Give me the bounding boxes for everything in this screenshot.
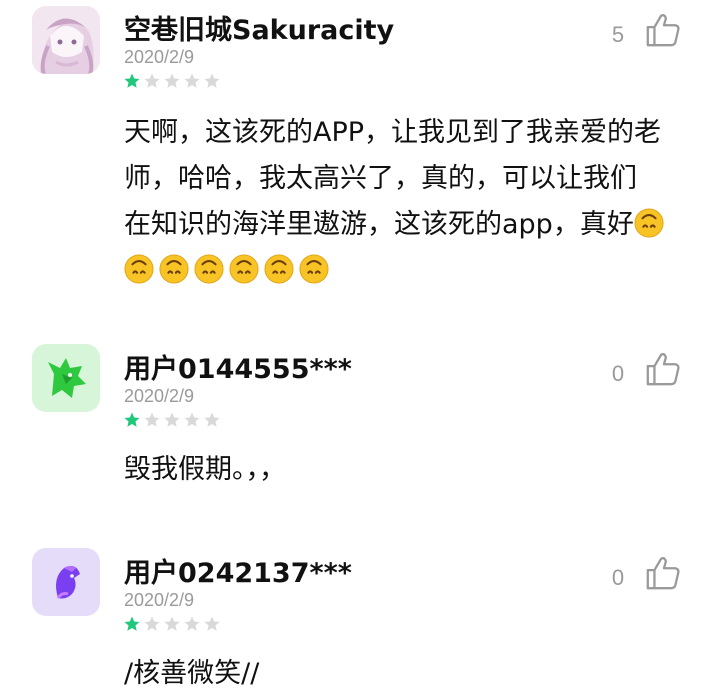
star-empty-icon	[184, 73, 200, 88]
rating-stars	[123, 615, 221, 633]
emoji-group	[124, 255, 334, 286]
review-date: 2020/2/9	[124, 590, 195, 610]
upside-down-face-emoji	[229, 254, 259, 284]
star-empty-icon	[164, 73, 180, 88]
upside-down-face-emoji	[264, 254, 294, 284]
review-text-line: 师，哈哈，我太高兴了，真的，可以让我们	[124, 163, 637, 194]
review-text: 毁我假期。，，	[124, 454, 286, 485]
review-date: 2020/2/9	[124, 386, 195, 406]
rating-stars	[123, 72, 221, 90]
emoji-group	[634, 209, 669, 240]
star-filled-icon	[124, 616, 140, 631]
thumbs-up-icon[interactable]	[644, 350, 682, 388]
star-empty-icon	[184, 412, 200, 427]
review-text-line	[124, 248, 694, 294]
star-filled-icon	[124, 412, 140, 427]
thumbs-up-icon[interactable]	[644, 11, 682, 49]
upside-down-face-emoji	[159, 254, 189, 284]
username: 用户0144555***	[124, 354, 352, 385]
username: 空巷旧城Sakuracity	[124, 15, 395, 46]
review-text: 天啊，这该死的APP，让我见到了我亲爱的老 师，哈哈，我太高兴了，真的，可以让我…	[124, 110, 694, 294]
user-avatar[interactable]	[32, 344, 100, 412]
review-text-line-content: 在知识的海洋里遨游，这该死的app，真好	[124, 209, 634, 240]
star-empty-icon	[144, 412, 160, 427]
star-empty-icon	[204, 73, 220, 88]
thumbs-up-icon[interactable]	[644, 554, 682, 592]
star-empty-icon	[164, 616, 180, 631]
upside-down-face-emoji	[194, 254, 224, 284]
like-count: 0	[611, 361, 625, 386]
star-empty-icon	[164, 412, 180, 427]
review-text: /核善微笑//	[124, 658, 260, 689]
review-text-line: 在知识的海洋里遨游，这该死的app，真好	[124, 202, 694, 248]
star-empty-icon	[144, 73, 160, 88]
like-count: 5	[611, 22, 625, 47]
star-filled-icon	[124, 73, 140, 88]
review-text-line: 天啊，这该死的APP，让我见到了我亲爱的老	[124, 117, 662, 148]
rating-stars	[123, 411, 221, 429]
star-empty-icon	[204, 616, 220, 631]
star-empty-icon	[144, 616, 160, 631]
username: 用户0242137***	[124, 558, 352, 589]
review-date: 2020/2/9	[124, 47, 195, 67]
star-empty-icon	[204, 412, 220, 427]
upside-down-face-emoji	[124, 254, 154, 284]
user-avatar[interactable]	[32, 548, 100, 616]
user-avatar[interactable]	[32, 6, 100, 74]
like-count: 0	[611, 565, 625, 590]
star-empty-icon	[184, 616, 200, 631]
upside-down-face-emoji	[299, 254, 329, 284]
upside-down-face-emoji	[634, 208, 664, 238]
